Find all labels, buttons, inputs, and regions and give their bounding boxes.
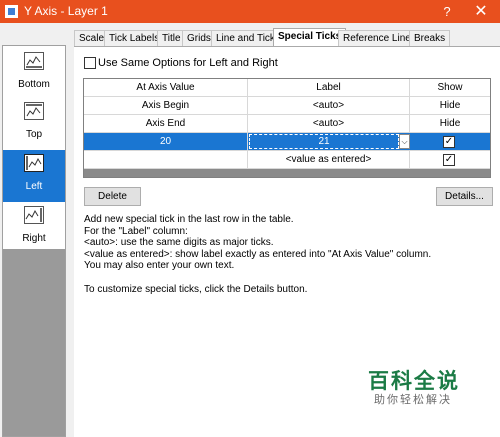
tab-breaks[interactable]: Breaks bbox=[409, 30, 451, 47]
axis-item-label: Bottom bbox=[18, 79, 50, 90]
cell-show[interactable]: Hide bbox=[410, 97, 490, 114]
title-bar: Y Axis - Layer 1 ? ✕ bbox=[0, 0, 500, 23]
column-header-show: Show bbox=[437, 82, 463, 93]
same-options-checkbox[interactable] bbox=[84, 57, 96, 69]
axis-plot-icon bbox=[24, 206, 44, 224]
column-header-label: Label bbox=[248, 79, 410, 96]
axis-item-top[interactable]: Top bbox=[3, 98, 65, 150]
axis-item-label: Right bbox=[22, 233, 46, 244]
app-icon bbox=[5, 5, 18, 18]
tab-special-ticks[interactable]: Special Ticks bbox=[273, 28, 347, 47]
axis-item-label: Top bbox=[25, 129, 43, 140]
cell-show[interactable]: Hide bbox=[410, 115, 490, 132]
table-row-selected[interactable]: 20 21 ⌵ ✓ bbox=[84, 133, 490, 151]
panel-empty-area bbox=[3, 249, 65, 436]
axis-plot-icon bbox=[24, 102, 44, 120]
delete-button[interactable]: Delete bbox=[84, 187, 141, 206]
show-checkbox[interactable]: ✓ bbox=[443, 136, 455, 148]
cell-label[interactable]: <value as entered> bbox=[248, 151, 410, 168]
axis-plot-icon bbox=[24, 154, 44, 172]
axis-item-bottom[interactable]: Bottom bbox=[3, 48, 65, 100]
axis-selector-panel: Bottom Top Left Right bbox=[2, 45, 66, 437]
tab-strip: Scale Tick Labels Title Grids Line and T… bbox=[74, 28, 500, 47]
cell-label[interactable]: <auto> bbox=[248, 115, 410, 132]
axis-plot-icon bbox=[24, 52, 44, 70]
tab-tick-labels[interactable]: Tick Labels bbox=[104, 30, 165, 47]
column-header-axis-value: At Axis Value bbox=[84, 79, 248, 96]
table-empty-area bbox=[84, 169, 490, 177]
table-row[interactable]: Axis End <auto> Hide bbox=[84, 115, 490, 133]
cell-axis-value[interactable]: 20 bbox=[84, 133, 248, 150]
label-edit-field[interactable]: 21 bbox=[249, 134, 399, 149]
same-options-label: Use Same Options for Left and Right bbox=[98, 57, 278, 69]
table-row[interactable]: <value as entered> ✓ bbox=[84, 151, 490, 169]
special-ticks-table: At Axis Value Label Show Axis Begin <aut… bbox=[83, 78, 491, 178]
window-title: Y Axis - Layer 1 bbox=[24, 4, 108, 18]
show-checkbox[interactable]: ✓ bbox=[443, 154, 455, 166]
axis-item-right[interactable]: Right bbox=[3, 202, 65, 254]
axis-item-label: Left bbox=[25, 181, 43, 192]
help-text: Add new special tick in the last row in … bbox=[84, 214, 432, 295]
help-button[interactable]: ? bbox=[436, 2, 458, 21]
cell-axis-value[interactable] bbox=[84, 151, 248, 168]
details-button[interactable]: Details... bbox=[436, 187, 493, 206]
watermark-slogan: 助你轻松解决 bbox=[374, 394, 452, 406]
cell-axis-value[interactable]: Axis End bbox=[84, 115, 248, 132]
cell-axis-value[interactable]: Axis Begin bbox=[84, 97, 248, 114]
axis-item-left[interactable]: Left bbox=[3, 150, 65, 202]
close-button[interactable]: ✕ bbox=[462, 0, 500, 23]
table-header: At Axis Value Label Show bbox=[84, 79, 490, 97]
table-row[interactable]: Axis Begin <auto> Hide bbox=[84, 97, 490, 115]
chevron-down-icon[interactable]: ⌵ bbox=[399, 134, 410, 149]
cell-label[interactable]: <auto> bbox=[248, 97, 410, 114]
